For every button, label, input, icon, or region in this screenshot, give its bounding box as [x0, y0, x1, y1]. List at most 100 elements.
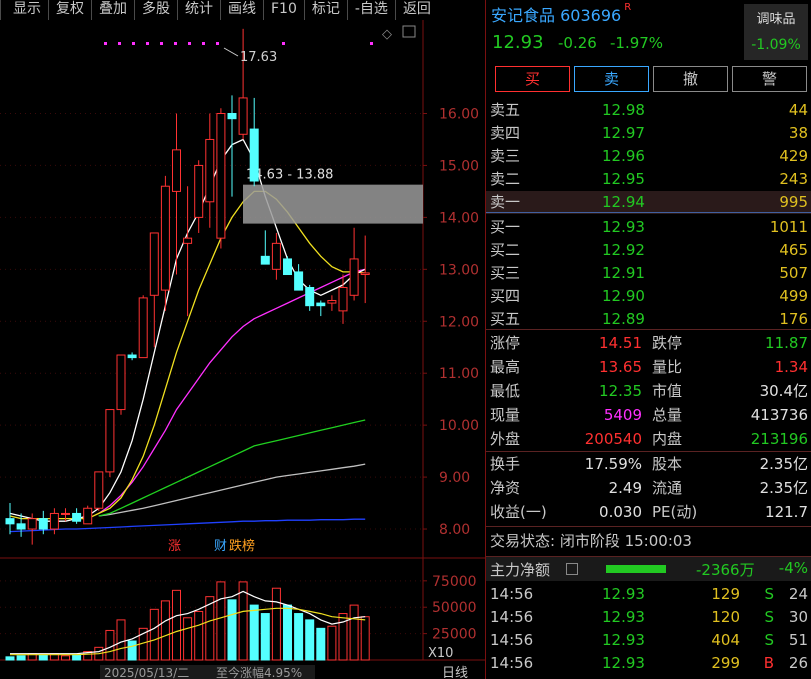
toolbar-item[interactable]: 叠加: [91, 0, 134, 20]
stock-flag: R: [624, 2, 632, 13]
tick-price: 12.93: [602, 654, 645, 672]
orderbook-row[interactable]: 卖三 12.96 429: [486, 145, 811, 168]
orderbook-row[interactable]: 卖二 12.95 243: [486, 168, 811, 191]
orderbook-row[interactable]: 买四 12.90 499: [486, 285, 811, 308]
stat-label: 流通: [652, 479, 683, 497]
orderbook-row[interactable]: 卖五 12.98 44: [486, 99, 811, 122]
toolbar-item[interactable]: F10: [263, 0, 304, 20]
candle-body: [38, 518, 48, 530]
orderbook-row[interactable]: 买二 12.92 465: [486, 239, 811, 262]
orderbook-row[interactable]: 卖四 12.97 38: [486, 122, 811, 145]
price-change-pct: -1.97%: [610, 34, 664, 52]
stat-label: 市值: [652, 382, 683, 400]
chart-toolbar: 显示 复权 叠加 多股 统计 画线 F10 标记 -自选 返回: [0, 0, 485, 20]
volume-bar: [227, 599, 237, 661]
candle-body: [349, 258, 359, 296]
level-label: 卖四: [490, 124, 521, 142]
range-box: [243, 184, 423, 224]
volume-bar: [149, 608, 159, 661]
tick-time: 14:56: [490, 631, 534, 649]
volume-tick-label: 25000: [432, 627, 477, 643]
stock-code: 603696: [560, 6, 622, 25]
tick-time: 14:56: [490, 585, 534, 603]
volume-bar: [116, 619, 126, 661]
orderbook-row[interactable]: 买五 12.89 176: [486, 308, 811, 331]
orderbook-divider: [486, 212, 811, 213]
stat-label: 跌停: [652, 334, 683, 352]
level-price: 12.91: [602, 264, 645, 282]
stat-label: 涨停: [490, 334, 521, 352]
cancel-button[interactable]: 撤: [653, 66, 728, 92]
price-tick-label: 12.00: [439, 314, 479, 330]
level-label: 卖五: [490, 101, 521, 119]
candle-body: [227, 112, 237, 120]
toolbar-item[interactable]: 统计: [177, 0, 220, 20]
volume-bar: [38, 654, 48, 661]
candle-body: [172, 149, 181, 192]
stat-value: 17.59%: [584, 455, 642, 473]
toolbar-item[interactable]: 复权: [48, 0, 91, 20]
stat-label: 总量: [652, 406, 683, 424]
level-volume: 995: [779, 193, 808, 211]
kline-chart[interactable]: 16.00 15.00 14.00 13.00 12.00 11.00 10.00 9.00 8…: [0, 20, 485, 679]
marker-dot: [132, 42, 135, 45]
volume-bar: [127, 640, 137, 661]
candle-body: [105, 409, 115, 473]
orderbook-row[interactable]: 买一 12.93 1011: [486, 216, 811, 239]
toolbar-item[interactable]: -自选: [346, 0, 395, 20]
candle-body: [360, 272, 370, 276]
candle-body: [194, 164, 204, 218]
price-tick-label: 9.00: [439, 470, 470, 486]
stock-name: 安记食品: [491, 6, 556, 25]
volume-bar: [316, 627, 326, 661]
level-price: 12.96: [602, 147, 645, 165]
stat-value: 30.4亿: [759, 382, 808, 400]
stat-value: 11.87: [765, 334, 808, 352]
volume-bar: [194, 610, 204, 661]
candle-body: [94, 471, 104, 509]
main-flow-bar[interactable]: 主力净额 -2366万 -4%: [486, 557, 811, 581]
price-tick-label: 15.00: [439, 158, 479, 174]
volume-bar: [16, 655, 26, 661]
range-pct-label: 至今涨幅4.95%: [216, 665, 302, 679]
volume-bar: [249, 604, 259, 661]
tick-price: 12.93: [602, 608, 645, 626]
marker-dot: [118, 42, 121, 45]
buy-button[interactable]: 买: [495, 66, 570, 92]
list-icon[interactable]: [566, 563, 578, 575]
sector-box[interactable]: 调味品 -1.09%: [744, 4, 808, 60]
toolbar-item[interactable]: 标记: [303, 0, 347, 20]
tick-count: 51: [788, 631, 808, 649]
toolbar-item[interactable]: 返回: [394, 0, 438, 20]
level-label: 买二: [490, 241, 521, 259]
range-label: 14.63 - 13.88: [246, 168, 333, 183]
orderbook-row[interactable]: 卖一 12.94 995: [486, 191, 811, 214]
candle-body: [183, 237, 193, 244]
level-volume: 507: [779, 264, 808, 282]
sell-button[interactable]: 卖: [574, 66, 649, 92]
stat-value: 14.51: [599, 334, 642, 352]
period-label: 日线: [442, 666, 468, 679]
stock-terminal: 显示 复权 叠加 多股 统计 画线 F10 标记 -自选 返回 16.00 15.00 14.00 13…: [0, 0, 811, 679]
stat-value: 121.7: [765, 503, 808, 521]
marker-dot: [174, 42, 177, 45]
date-label: 2025/05/13/二: [104, 666, 189, 679]
stat-row: 现量 5409 总量 413736: [486, 403, 811, 427]
alert-button[interactable]: 警: [732, 66, 807, 92]
marker-dot: [160, 42, 163, 45]
volume-bar: [205, 596, 215, 661]
toolbar-item[interactable]: 显示: [0, 0, 48, 20]
main-flow-pct: -4%: [778, 559, 808, 577]
marker-dot: [104, 42, 107, 45]
candle-body: [127, 354, 137, 359]
tick-time: 14:56: [490, 654, 534, 672]
toolbar-item[interactable]: 画线: [220, 0, 263, 20]
marker-dot: [216, 42, 219, 45]
toolbar-item[interactable]: 多股: [134, 0, 177, 20]
volume-bar: [294, 613, 304, 661]
level-label: 卖二: [490, 170, 521, 188]
orderbook-row[interactable]: 买三 12.91 507: [486, 262, 811, 285]
price-tick-label: 14.00: [439, 210, 479, 226]
candle-body: [61, 512, 70, 515]
tick-side: S: [764, 585, 774, 603]
